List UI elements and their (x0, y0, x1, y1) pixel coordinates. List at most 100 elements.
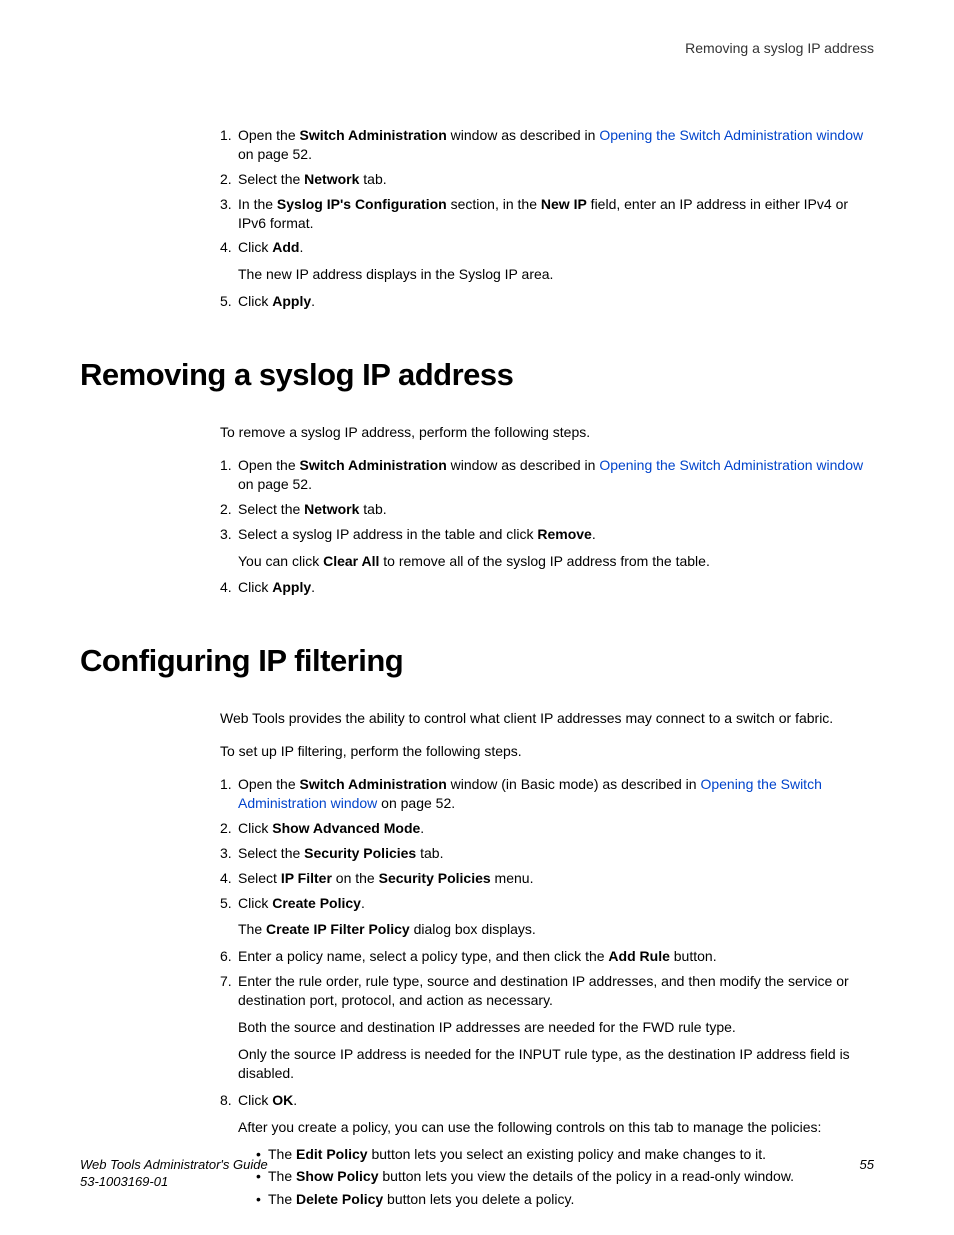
step-text: Select the (238, 171, 304, 187)
section1-block: To remove a syslog IP address, perform t… (220, 423, 874, 597)
step-text: In the (238, 196, 277, 212)
step-subtext: The Create IP Filter Policy dialog box d… (238, 920, 874, 939)
step-text: on page 52. (238, 146, 312, 162)
bullet-item: The Delete Policy button lets you delete… (256, 1190, 874, 1209)
footer-docnum: 53-1003169-01 (80, 1174, 268, 1191)
step-bold: Show Advanced Mode (272, 820, 420, 836)
step-item: 2. Click Show Advanced Mode. (220, 819, 874, 838)
step-bold: Create Policy (272, 895, 361, 911)
step-number: 2. (220, 500, 232, 519)
bullet-text: button lets you delete a policy. (383, 1191, 574, 1207)
subtext-bold: Create IP Filter Policy (266, 921, 410, 937)
step-text: . (299, 239, 303, 255)
step-text: on page 52. (238, 476, 312, 492)
step-text: . (311, 293, 315, 309)
top-steps-block: 1. Open the Switch Administration window… (220, 126, 874, 311)
step-item: 6. Enter a policy name, select a policy … (220, 947, 874, 966)
section-heading-configuring: Configuring IP filtering (80, 643, 874, 679)
step-subtext: The new IP address displays in the Syslo… (238, 265, 874, 284)
top-steps-list: 1. Open the Switch Administration window… (220, 126, 874, 311)
section2-block: Web Tools provides the ability to contro… (220, 709, 874, 1209)
cross-ref-link[interactable]: Opening the Switch Administration window (599, 457, 863, 473)
step-item: 3. In the Syslog IP's Configuration sect… (220, 195, 874, 233)
step-bold: IP Filter (281, 870, 332, 886)
step-text: Select the (238, 845, 304, 861)
step-bold: Switch Administration (300, 776, 447, 792)
step-item: 3. Select the Security Policies tab. (220, 844, 874, 863)
footer-left: Web Tools Administrator's Guide 53-10031… (80, 1157, 268, 1191)
step-item: 5. Click Apply. (220, 292, 874, 311)
subtext-text: You can click (238, 553, 323, 569)
step-item: 2. Select the Network tab. (220, 500, 874, 519)
step-item: 2. Select the Network tab. (220, 170, 874, 189)
subtext-text: dialog box displays. (410, 921, 536, 937)
step-number: 4. (220, 869, 232, 888)
step-item: 4. Click Add. The new IP address display… (220, 238, 874, 284)
step-bold: Security Policies (304, 845, 416, 861)
page-header-right: Removing a syslog IP address (80, 40, 874, 56)
step-bold: Switch Administration (300, 127, 447, 143)
step-number: 1. (220, 456, 232, 475)
step-number: 5. (220, 292, 232, 311)
step-number: 1. (220, 126, 232, 145)
subtext-bold: Clear All (323, 553, 379, 569)
step-item: 1. Open the Switch Administration window… (220, 775, 874, 813)
section1-steps: 1. Open the Switch Administration window… (220, 456, 874, 597)
document-page: Removing a syslog IP address 1. Open the… (0, 0, 954, 1235)
section2-steps: 1. Open the Switch Administration window… (220, 775, 874, 1209)
section-heading-removing: Removing a syslog IP address (80, 357, 874, 393)
step-bold: Switch Administration (300, 457, 447, 473)
step-text: Click (238, 293, 272, 309)
step-text: Open the (238, 127, 300, 143)
step-bold: Add (272, 239, 299, 255)
bullet-bold: Delete Policy (296, 1191, 383, 1207)
step-text: . (311, 579, 315, 595)
step-bold: Apply (272, 293, 311, 309)
section2-intro1: Web Tools provides the ability to contro… (220, 709, 874, 728)
step-number: 3. (220, 525, 232, 544)
step-text: tab. (416, 845, 443, 861)
step-bold: Add Rule (608, 948, 669, 964)
cross-ref-link[interactable]: Opening the Switch Administration window (599, 127, 863, 143)
step-bold: Remove (537, 526, 591, 542)
step-item: 4. Click Apply. (220, 578, 874, 597)
step-item: 8. Click OK. After you create a policy, … (220, 1091, 874, 1209)
step-number: 2. (220, 819, 232, 838)
step-subtext: Only the source IP address is needed for… (238, 1045, 874, 1083)
step-number: 4. (220, 578, 232, 597)
step-text: tab. (359, 501, 386, 517)
step-number: 5. (220, 894, 232, 913)
bullet-text: The (268, 1191, 296, 1207)
step-text: Open the (238, 776, 300, 792)
step-text: window as described in (447, 127, 600, 143)
step-item: 3. Select a syslog IP address in the tab… (220, 525, 874, 571)
step-text: Click (238, 239, 272, 255)
step-number: 7. (220, 972, 232, 991)
section2-intro2: To set up IP filtering, perform the foll… (220, 742, 874, 761)
step-text: . (361, 895, 365, 911)
step-text: Select a syslog IP address in the table … (238, 526, 537, 542)
step-bold: OK (272, 1092, 293, 1108)
step-text: Click (238, 579, 272, 595)
step-number: 3. (220, 844, 232, 863)
step-bold: Security Policies (379, 870, 491, 886)
step-text: window (in Basic mode) as described in (447, 776, 701, 792)
step-text: Select (238, 870, 281, 886)
step-text: . (293, 1092, 297, 1108)
step-text: on the (332, 870, 379, 886)
step-number: 6. (220, 947, 232, 966)
step-text: button. (670, 948, 717, 964)
step-text: Enter a policy name, select a policy typ… (238, 948, 608, 964)
step-text: Open the (238, 457, 300, 473)
step-subtext: After you create a policy, you can use t… (238, 1118, 874, 1137)
subtext-text: to remove all of the syslog IP address f… (379, 553, 709, 569)
step-bold: Network (304, 501, 359, 517)
step-bold: Apply (272, 579, 311, 595)
step-text: Click (238, 820, 272, 836)
page-footer: Web Tools Administrator's Guide 53-10031… (80, 1157, 874, 1191)
step-number: 8. (220, 1091, 232, 1110)
step-item: 5. Click Create Policy. The Create IP Fi… (220, 894, 874, 940)
step-item: 4. Select IP Filter on the Security Poli… (220, 869, 874, 888)
step-text: Click (238, 1092, 272, 1108)
step-number: 4. (220, 238, 232, 257)
